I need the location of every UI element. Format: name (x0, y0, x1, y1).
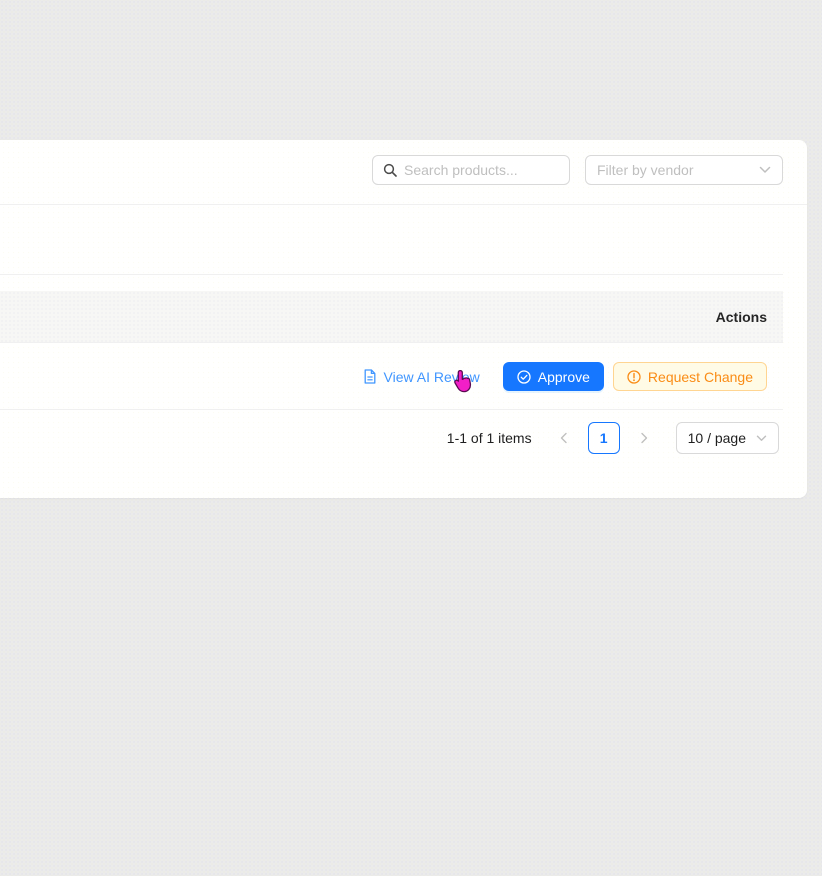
pagination-page-1-label: 1 (599, 430, 608, 446)
file-text-icon (363, 369, 377, 384)
app-background: Filter by vendor Actions (0, 0, 822, 876)
chevron-left-icon (559, 432, 569, 444)
view-ai-review-link[interactable]: View AI Review (363, 369, 480, 385)
vendor-filter-select[interactable]: Filter by vendor (585, 155, 783, 185)
check-circle-icon (517, 369, 531, 384)
section-divider (0, 274, 783, 275)
request-change-button-label: Request Change (647, 368, 753, 385)
search-input[interactable] (404, 162, 559, 178)
exclamation-circle-icon (627, 369, 641, 384)
chevron-down-icon (756, 435, 767, 442)
pagination-prev-button[interactable] (548, 422, 580, 454)
pagination-page-1[interactable]: 1 (587, 422, 620, 454)
pagination-total: 1-1 of 1 items (446, 430, 532, 446)
page-size-label: 10 / page (687, 430, 746, 446)
actions-column-header: Actions (715, 308, 767, 325)
table-header-row: Actions (0, 291, 783, 343)
search-icon (383, 163, 397, 177)
request-change-button[interactable]: Request Change (612, 362, 767, 391)
approve-button[interactable]: Approve (502, 362, 604, 391)
chevron-right-icon (639, 432, 649, 444)
page-size-select[interactable]: 10 / page (675, 422, 779, 454)
table-row: View AI Review Approve Request Change (0, 344, 783, 410)
products-panel: Filter by vendor Actions (0, 140, 807, 498)
toolbar-divider (0, 204, 807, 205)
chevron-down-icon (759, 166, 771, 174)
vendor-filter-placeholder: Filter by vendor (597, 162, 694, 178)
approve-button-label: Approve (537, 368, 590, 385)
search-input-wrapper (372, 155, 570, 185)
pagination: 1-1 of 1 items 1 10 / page (447, 422, 779, 454)
pagination-next-button[interactable] (628, 422, 660, 454)
view-ai-review-label: View AI Review (383, 368, 480, 385)
